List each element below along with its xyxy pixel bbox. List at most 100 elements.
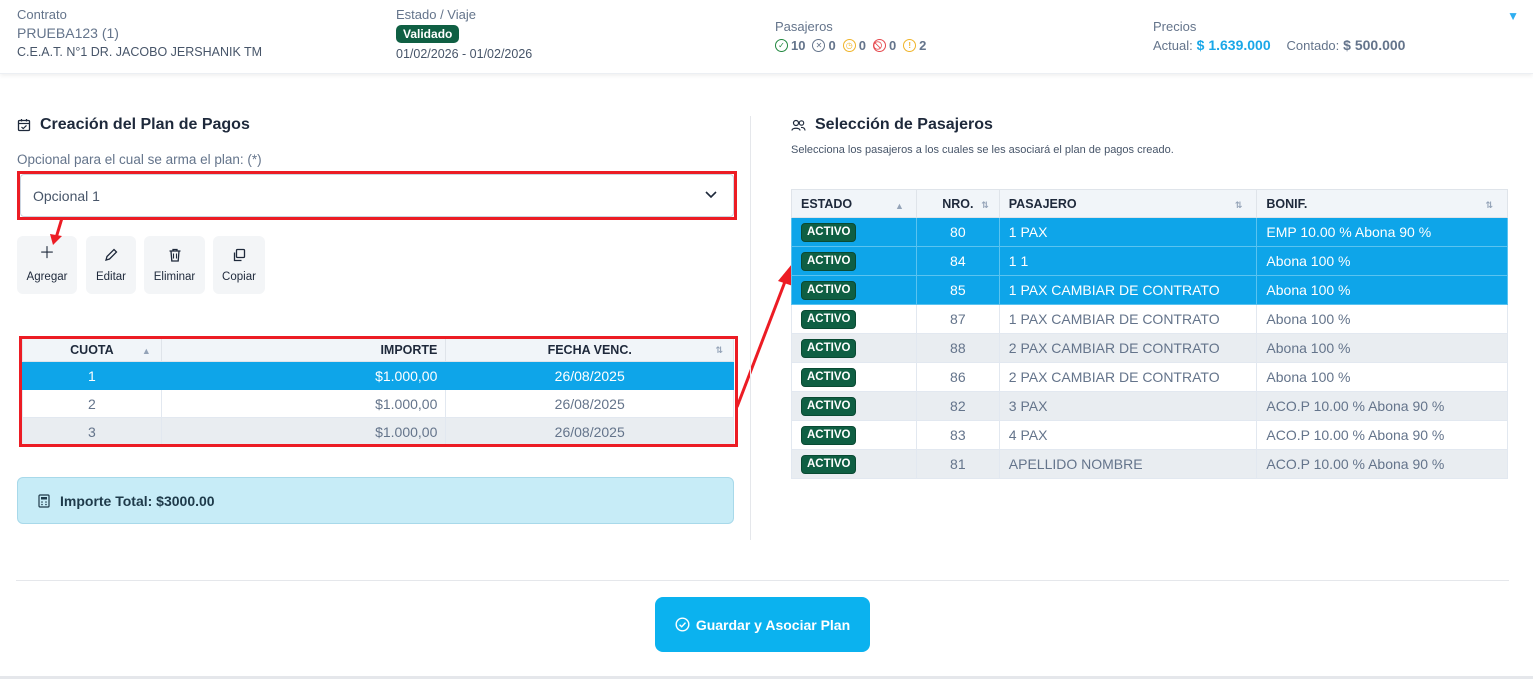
estado-badge: ACTIVO (801, 252, 857, 271)
pasajeros-subtitle: Selecciona los pasajeros a los cuales se… (791, 144, 1174, 156)
panel-divider (750, 116, 751, 540)
calculator-icon (38, 493, 50, 508)
cuota-cell: 1 (22, 361, 162, 390)
plan-title: Creación del Plan de Pagos (40, 116, 250, 133)
estado-badge: ACTIVO (801, 426, 857, 445)
col-estado[interactable]: ESTADO ▲ (791, 189, 917, 218)
cuota-row[interactable]: 3 $1.000,00 26/08/2025 (22, 417, 734, 446)
stat-banned: ⃠ 0 (872, 38, 896, 53)
viaje-dates: 01/02/2026 - 01/02/2026 (396, 47, 533, 61)
stat-user-x-value: 0 (828, 38, 836, 53)
col-estado-label: ESTADO (801, 196, 853, 211)
pasajero-row[interactable]: ACTIVO 88 2 PAX CAMBIAR DE CONTRATO Abon… (791, 333, 1508, 363)
opcional-label: Opcional para el cual se arma el plan: (… (17, 152, 262, 167)
col-pasajero[interactable]: PASAJERO ⇅ (998, 189, 1258, 218)
nro-cell: 83 (915, 420, 1000, 450)
editar-label: Editar (95, 271, 127, 283)
contrato-label: Contrato (17, 7, 67, 22)
cuota-row[interactable]: 2 $1.000,00 26/08/2025 (22, 389, 734, 418)
opcional-select[interactable]: Opcional 1 (20, 174, 734, 217)
pasajero-cell: 3 PAX (998, 391, 1258, 421)
sort-icon: ⇅ (715, 345, 723, 355)
fecha-cell: 26/08/2025 (445, 389, 734, 418)
contract-header: Contrato PRUEBA123 (1) C.E.A.T. N°1 DR. … (0, 0, 1533, 74)
pasajero-cell: 2 PAX CAMBIAR DE CONTRATO (998, 362, 1258, 392)
chevron-down-icon[interactable]: ▼ (1507, 9, 1519, 23)
estado-cell: ACTIVO (791, 217, 917, 247)
estado-badge: ACTIVO (801, 397, 857, 416)
bonif-cell: Abona 100 % (1256, 275, 1508, 305)
importe-cell: $1.000,00 (160, 389, 447, 418)
cuota-cell: 2 (22, 389, 162, 418)
stat-confirmed: ✓ 10 (775, 38, 805, 53)
bonif-cell: Abona 100 % (1256, 246, 1508, 276)
alert-circle-icon: ! (903, 39, 917, 52)
cuota-row[interactable]: 1 $1.000,00 26/08/2025 (22, 361, 734, 390)
estado-badge: ACTIVO (801, 339, 857, 358)
sort-asc-icon: ▲ (894, 201, 904, 211)
col-fecha[interactable]: FECHA VENC. ⇅ (445, 337, 734, 362)
estado-section: Estado / Viaje Validado 01/02/2026 - 01/… (396, 6, 532, 63)
col-fecha-label: FECHA VENC. (547, 342, 632, 357)
pasajeros-label: Pasajeros (775, 19, 833, 34)
nro-cell: 87 (915, 304, 1000, 334)
nro-cell: 88 (915, 333, 1000, 363)
contado-label: Contado: (1286, 38, 1340, 53)
pasajero-row[interactable]: ACTIVO 82 3 PAX ACO.P 10.00 % Abona 90 % (791, 391, 1508, 421)
annotation-arrow-down (50, 217, 64, 245)
pasajero-cell: 1 PAX CAMBIAR DE CONTRATO (998, 275, 1258, 305)
guardar-asociar-button[interactable]: Guardar y Asociar Plan (655, 597, 870, 652)
pasajero-row[interactable]: ACTIVO 85 1 PAX CAMBIAR DE CONTRATO Abon… (791, 275, 1508, 305)
sort-asc-icon: ▲ (141, 346, 151, 356)
pasajero-row[interactable]: ACTIVO 81 APELLIDO NOMBRE ACO.P 10.00 % … (791, 449, 1508, 479)
cuota-cell: 3 (22, 417, 162, 446)
col-bonif[interactable]: BONIF. ⇅ (1256, 189, 1508, 218)
bonif-cell: Abona 100 % (1256, 333, 1508, 363)
nro-cell: 82 (915, 391, 1000, 421)
bonif-cell: Abona 100 % (1256, 362, 1508, 392)
status-badge: Validado (396, 25, 460, 43)
eliminar-label: Eliminar (153, 271, 196, 283)
estado-cell: ACTIVO (791, 275, 917, 305)
pasajero-row[interactable]: ACTIVO 80 1 PAX EMP 10.00 % Abona 90 % (791, 217, 1508, 247)
sort-icon: ⇅ (1485, 200, 1493, 210)
copiar-button[interactable]: Copiar (213, 236, 265, 294)
pasajeros-section: Pasajeros ✓ 10 ✕ 0 ◷ 0 ⃠ 0 ! 2 (775, 18, 926, 53)
precios-section: Precios Actual: $ 1.639.000 Contado: $ 5… (1153, 18, 1405, 53)
pasajero-row[interactable]: ACTIVO 84 1 1 Abona 100 % (791, 246, 1508, 276)
col-cuota[interactable]: CUOTA ▲ (22, 337, 162, 362)
copy-icon (233, 248, 246, 262)
annotation-arrow-diagonal (735, 264, 793, 408)
stat-confirmed-value: 10 (791, 38, 806, 53)
contado-price: $ 500.000 (1343, 37, 1406, 53)
importe-total-box: Importe Total: $3000.00 (17, 477, 734, 524)
col-importe[interactable]: IMPORTE (160, 337, 447, 362)
col-bonif-label: BONIF. (1266, 196, 1308, 211)
precios-row: Actual: $ 1.639.000 Contado: $ 500.000 (1153, 37, 1405, 53)
cuotas-header-row: CUOTA ▲ IMPORTE FECHA VENC. ⇅ (22, 337, 734, 362)
pasajero-row[interactable]: ACTIVO 86 2 PAX CAMBIAR DE CONTRATO Abon… (791, 362, 1508, 392)
estado-cell: ACTIVO (791, 449, 917, 479)
estado-badge: ACTIVO (801, 281, 857, 300)
col-nro[interactable]: NRO. ⇅ (915, 189, 1000, 218)
contrato-code: PRUEBA123 (1) (17, 25, 119, 41)
estado-cell: ACTIVO (791, 362, 917, 392)
bonif-cell: ACO.P 10.00 % Abona 90 % (1256, 449, 1508, 479)
pasajeros-title: Selección de Pasajeros (815, 116, 993, 133)
footer-divider (16, 580, 1509, 581)
guardar-asociar-label: Guardar y Asociar Plan (695, 616, 851, 633)
chevron-down-icon (705, 191, 717, 199)
editar-button[interactable]: Editar (86, 236, 136, 294)
nro-cell: 81 (915, 449, 1000, 479)
estado-label: Estado / Viaje (396, 7, 476, 22)
estado-cell: ACTIVO (791, 246, 917, 276)
pasajero-row[interactable]: ACTIVO 83 4 PAX ACO.P 10.00 % Abona 90 % (791, 420, 1508, 450)
pasajero-cell: 1 PAX CAMBIAR DE CONTRATO (998, 304, 1258, 334)
users-icon (791, 119, 806, 131)
pasajero-row[interactable]: ACTIVO 87 1 PAX CAMBIAR DE CONTRATO Abon… (791, 304, 1508, 334)
contrato-section: Contrato PRUEBA123 (1) C.E.A.T. N°1 DR. … (17, 6, 262, 61)
eliminar-button[interactable]: Eliminar (144, 236, 205, 294)
nro-cell: 80 (915, 217, 1000, 247)
pasajeros-section-title: Selección de Pasajeros (791, 116, 993, 134)
estado-cell: ACTIVO (791, 391, 917, 421)
